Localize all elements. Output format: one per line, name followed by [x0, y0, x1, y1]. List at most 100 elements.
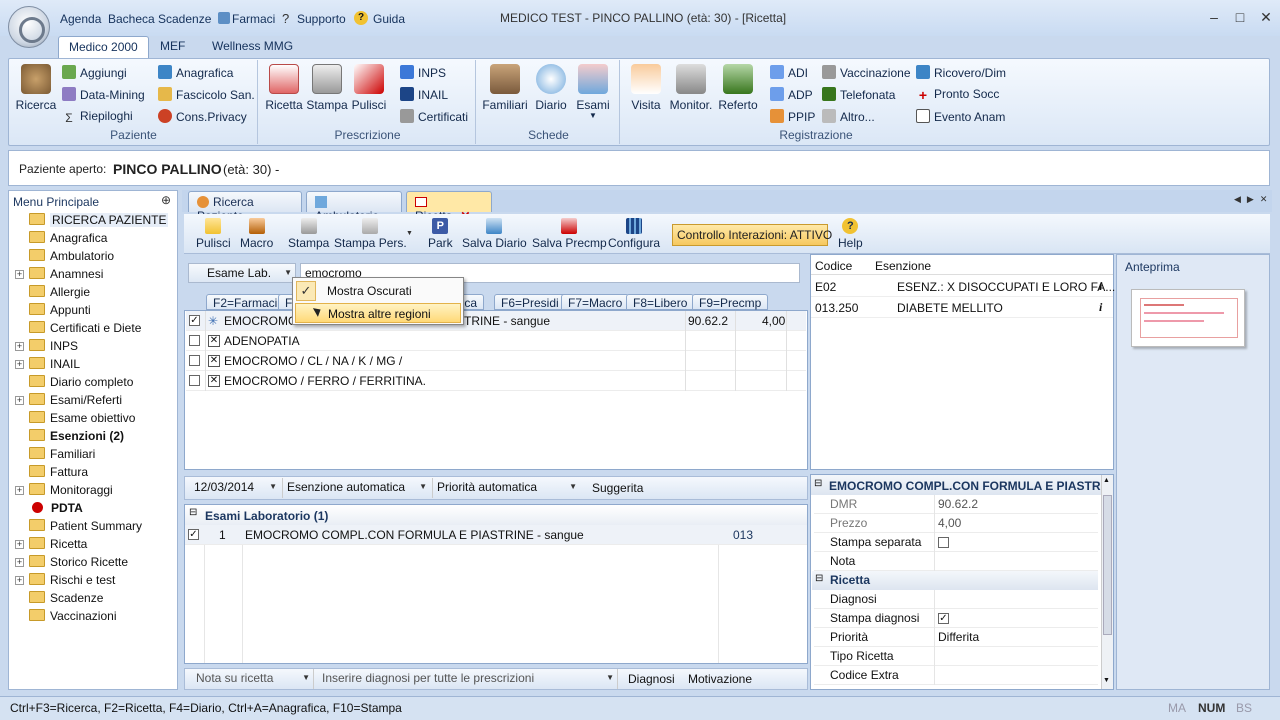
motivazione-button[interactable]: Motivazione	[688, 672, 752, 686]
certificati-button[interactable]: Certificati	[400, 109, 468, 124]
tab-ricetta[interactable]: Ricetta✕	[406, 191, 492, 223]
ribbon-tab-mef[interactable]: MEF	[150, 36, 195, 58]
collapse-icon[interactable]: ⊟	[189, 507, 197, 518]
anagrafica-button[interactable]: Anagrafica	[158, 65, 233, 80]
menu-item[interactable]: + Ricetta	[15, 537, 87, 555]
quick-agenda[interactable]: Agenda	[60, 12, 101, 26]
menu-item[interactable]: Scadenze	[29, 591, 103, 609]
menu-item[interactable]: + Monitoraggi	[15, 483, 113, 501]
menu-item[interactable]: + Esami/Referti	[15, 393, 122, 411]
visita-button[interactable]: Visita	[626, 64, 666, 112]
property-row[interactable]: Priorità Differita	[814, 628, 1098, 647]
ricovero-button[interactable]: Ricovero/Dim	[916, 65, 1006, 80]
menu-item[interactable]: Appunti	[29, 303, 91, 321]
altro-button[interactable]: Altro...	[822, 109, 875, 124]
scroll-thumb[interactable]	[1103, 495, 1112, 635]
result-row[interactable]: ✕ ADENOPATIA	[186, 331, 806, 351]
quick-supporto[interactable]: Supporto	[297, 12, 346, 26]
ribbon-tab-medico2000[interactable]: Medico 2000	[58, 36, 149, 58]
property-row[interactable]: Diagnosi	[814, 590, 1098, 609]
adp-button[interactable]: ADP	[770, 87, 813, 102]
pulisci-button[interactable]: Pulisci	[350, 64, 388, 112]
menu-item[interactable]: Esenzioni (2)	[29, 429, 124, 447]
app-menu-orb[interactable]	[8, 6, 50, 48]
configura-button[interactable]: Configura	[608, 218, 660, 250]
data-mining-button[interactable]: Data-Mining	[62, 87, 145, 102]
diagnosis-input[interactable]: Inserire diagnosi per tutte le prescrizi…	[318, 669, 618, 689]
pronto-socc-button[interactable]: + Pronto Socc	[916, 87, 999, 102]
scroll-down-icon[interactable]: ▼	[1103, 677, 1110, 684]
tab-farmaci[interactable]: F2=Farmaci	[206, 294, 285, 310]
monitor-button[interactable]: Monitor.	[668, 64, 714, 112]
note-select[interactable]: Nota su ricetta ▼	[192, 669, 314, 689]
rx-row-checkbox[interactable]: ✓	[188, 529, 199, 540]
referto-button[interactable]: Referto	[716, 64, 760, 112]
evento-anam-button[interactable]: Evento Anam	[916, 109, 1005, 124]
menu-item[interactable]: + INAIL	[15, 357, 80, 375]
exemption-select[interactable]: Esenzione automatica ▼	[282, 478, 430, 498]
property-row[interactable]: Tipo Ricetta	[814, 647, 1098, 666]
exemption-row[interactable]: E02 ESENZ.: X DISOCCUPATI E LORO FA... i	[811, 276, 1115, 297]
expand-icon[interactable]: +	[15, 342, 24, 351]
quick-guida[interactable]: Guida	[373, 12, 405, 26]
help-button[interactable]: ? Help	[838, 218, 863, 250]
cons-privacy-button[interactable]: Cons.Privacy	[158, 109, 247, 124]
menu-item[interactable]: Esame obiettivo	[29, 411, 135, 429]
tab-prev-icon[interactable]: ◀	[1234, 194, 1247, 204]
menu-item[interactable]: Familiari	[29, 447, 95, 465]
familiari-button[interactable]: Familiari	[482, 64, 528, 112]
pin-icon[interactable]: ⊕	[161, 193, 171, 207]
scroll-up-icon[interactable]: ▲	[1103, 477, 1110, 484]
inail-button[interactable]: INAIL	[400, 87, 448, 102]
ppip-button[interactable]: PPIP	[770, 109, 815, 124]
preview-thumbnail[interactable]	[1131, 289, 1245, 347]
ribbon-tab-wellness[interactable]: Wellness MMG	[202, 36, 303, 58]
mostra-oscurati-item[interactable]: Mostra Oscurati	[327, 284, 412, 298]
salva-diario-button[interactable]: Salva Diario	[462, 218, 527, 250]
property-row[interactable]: Stampa diagnosi ✓	[814, 609, 1098, 628]
interactions-toggle[interactable]: Controllo Interazioni: ATTIVO	[672, 224, 832, 246]
tab-ricerca-paziente[interactable]: Ricerca Paziente	[188, 191, 302, 223]
salva-precmp-button[interactable]: Salva Precmp	[532, 218, 607, 250]
quick-farmaci[interactable]: Farmaci	[232, 12, 275, 26]
stampa-button[interactable]: Stampa	[306, 64, 348, 112]
expand-icon[interactable]: +	[15, 396, 24, 405]
menu-item[interactable]: PDTA	[29, 501, 83, 519]
property-row[interactable]: Nota	[814, 552, 1098, 571]
properties-scrollbar[interactable]: ▲ ▼	[1101, 475, 1113, 689]
suggerita-button[interactable]: Suggerita	[592, 481, 643, 495]
menu-item[interactable]: + Rischi e test	[15, 573, 115, 591]
property-row[interactable]: DMR 90.62.2	[814, 495, 1098, 514]
result-checkbox[interactable]: ✓	[189, 315, 200, 326]
tab-close-all-icon[interactable]: ✕	[1260, 194, 1274, 204]
info-icon[interactable]: i	[1099, 279, 1102, 294]
tab-next-icon[interactable]: ▶	[1247, 194, 1260, 204]
menu-item[interactable]: Anagrafica	[29, 231, 107, 249]
tab-nav[interactable]: ◀▶✕	[1234, 194, 1273, 205]
result-row[interactable]: ✕ EMOCROMO / FERRO / FERRITINA.	[186, 371, 806, 391]
tab-libero[interactable]: F8=Libero	[626, 294, 695, 310]
menu-item[interactable]: Diario completo	[29, 375, 133, 393]
tab-macro[interactable]: F7=Macro	[561, 294, 630, 310]
chevron-down-icon[interactable]: ▼	[406, 230, 413, 237]
property-checkbox[interactable]: ✓	[938, 613, 949, 624]
expand-icon[interactable]: +	[15, 540, 24, 549]
priority-select[interactable]: Priorità automatica ▼	[432, 478, 580, 498]
menu-item[interactable]: RICERCA PAZIENTE	[29, 213, 169, 231]
menu-item[interactable]: + Anamnesi	[15, 267, 103, 285]
menu-item[interactable]: Ambulatorio	[29, 249, 114, 267]
menu-item[interactable]: Certificati e Diete	[29, 321, 141, 339]
result-checkbox[interactable]	[189, 335, 200, 346]
collapse-icon[interactable]: ⊟	[815, 573, 823, 584]
quick-bacheca[interactable]: Bacheca	[108, 12, 155, 26]
diagnosi-button[interactable]: Diagnosi	[628, 672, 675, 686]
vaccinazione-button[interactable]: Vaccinazione	[822, 65, 911, 80]
property-checkbox[interactable]	[938, 537, 949, 548]
aggiungi-button[interactable]: Aggiungi	[62, 65, 127, 80]
stampa-tool-button[interactable]: Stampa	[288, 218, 329, 250]
property-row[interactable]: Codice Extra	[814, 666, 1098, 685]
menu-item[interactable]: Allergie	[29, 285, 90, 303]
esami-button[interactable]: Esami ▼	[574, 64, 612, 120]
expand-icon[interactable]: +	[15, 558, 24, 567]
diario-button[interactable]: Diario	[532, 64, 570, 112]
